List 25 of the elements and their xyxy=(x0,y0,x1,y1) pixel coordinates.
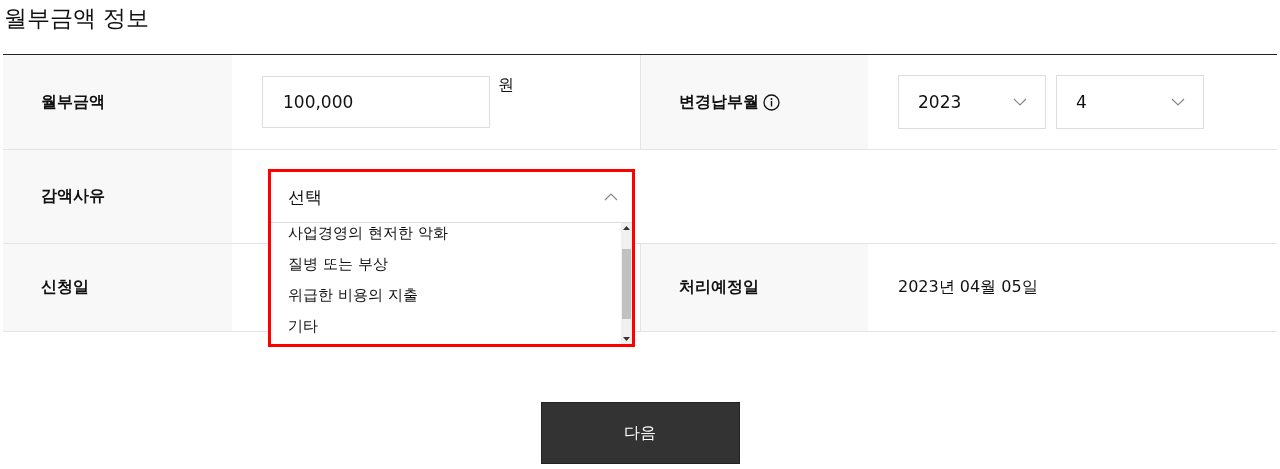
field-label: 월부금액 xyxy=(41,91,105,113)
month-select[interactable]: 4 xyxy=(1056,75,1204,129)
next-button[interactable]: 다음 xyxy=(540,402,740,464)
dropdown-option[interactable]: 위급한 비용의 지출 xyxy=(271,280,621,311)
scrollbar[interactable] xyxy=(621,223,632,344)
caret-icon xyxy=(1171,98,1185,106)
unit-label: 원 xyxy=(498,75,514,96)
date-value: 2023년 04월 05일 xyxy=(898,277,1038,298)
dropdown-option[interactable]: 사업경영의 현저한 악화 xyxy=(271,223,621,249)
caret-icon xyxy=(604,193,618,201)
dropdown-option[interactable]: 질병 또는 부상 xyxy=(271,249,621,280)
amount-input[interactable]: 100,000 xyxy=(262,76,490,128)
month-select[interactable]: 2023 xyxy=(898,75,1046,129)
field-label: 변경납부월 xyxy=(679,91,759,113)
field-label: 신청일 xyxy=(41,277,89,298)
field-label: 처리예정일 xyxy=(679,277,759,298)
caret-icon xyxy=(1013,98,1027,106)
section-title: 월부금액 정보 xyxy=(3,4,151,33)
scroll-down-icon[interactable] xyxy=(623,337,630,341)
dropdown-option[interactable]: 기타 xyxy=(271,311,621,342)
scroll-up-icon[interactable] xyxy=(623,226,630,230)
info-icon[interactable] xyxy=(763,93,780,111)
reason-dropdown[interactable]: 선택 사업경영의 현저한 악화 질병 또는 부상 위급한 비용의 지출 기타 xyxy=(268,169,635,347)
field-label: 감액사유 xyxy=(41,186,105,207)
dropdown-value: 선택 xyxy=(288,185,322,209)
